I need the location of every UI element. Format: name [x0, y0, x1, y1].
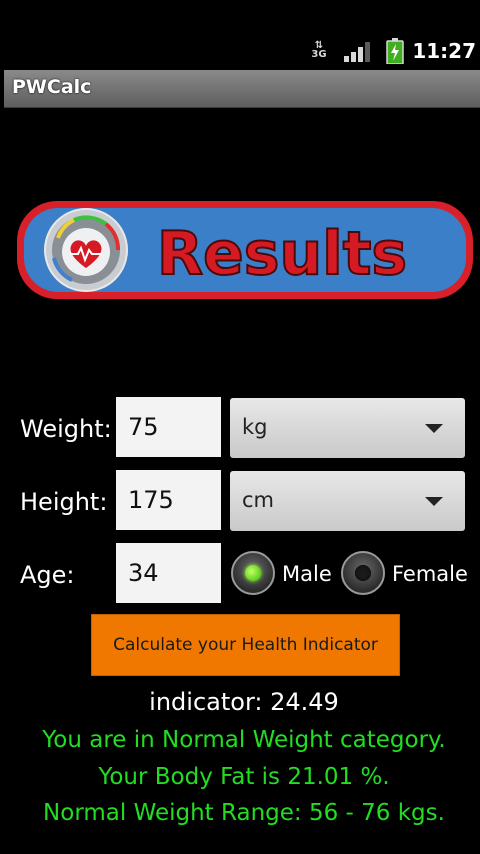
weight-unit-select[interactable]: kg — [230, 398, 465, 458]
weight-label: Weight: — [20, 415, 112, 443]
weight-category-result: You are in Normal Weight category. — [42, 727, 446, 753]
heart-gauge-icon — [44, 208, 128, 292]
app-title-bar: PWCalc — [4, 70, 480, 108]
male-radio[interactable] — [231, 551, 275, 595]
body-fat-result: Your Body Fat is 21.01 %. — [98, 764, 390, 790]
chevron-down-icon — [425, 497, 443, 506]
height-input[interactable]: 175 — [116, 470, 221, 530]
female-radio-label[interactable]: Female — [392, 562, 468, 586]
signal-bars-icon — [344, 42, 370, 62]
female-radio[interactable] — [341, 551, 385, 595]
radio-unchecked-icon — [355, 565, 371, 581]
bottom-edge — [0, 832, 480, 854]
battery-charging-icon — [386, 38, 404, 64]
results-banner: Results — [17, 201, 473, 299]
chevron-down-icon — [425, 424, 443, 433]
status-bar: ⇅ 3G 11:27 — [0, 30, 480, 70]
age-input[interactable]: 34 — [116, 543, 221, 603]
banner-title: Results — [157, 219, 407, 289]
age-label: Age: — [20, 561, 75, 589]
weight-range-result: Normal Weight Range: 56 - 76 kgs. — [43, 800, 445, 826]
male-radio-label[interactable]: Male — [282, 562, 332, 586]
app-title: PWCalc — [12, 76, 92, 98]
calculate-button[interactable]: Calculate your Health Indicator — [91, 614, 400, 676]
radio-checked-icon — [245, 565, 261, 581]
height-label: Height: — [20, 488, 108, 516]
weight-input[interactable]: 75 — [116, 397, 221, 457]
height-unit-value: cm — [242, 488, 275, 512]
network-3g-icon: ⇅ 3G — [311, 40, 327, 60]
height-unit-select[interactable]: cm — [230, 471, 465, 531]
weight-unit-value: kg — [242, 415, 268, 439]
indicator-result: indicator: 24.49 — [149, 688, 339, 716]
status-time: 11:27 — [412, 39, 476, 63]
